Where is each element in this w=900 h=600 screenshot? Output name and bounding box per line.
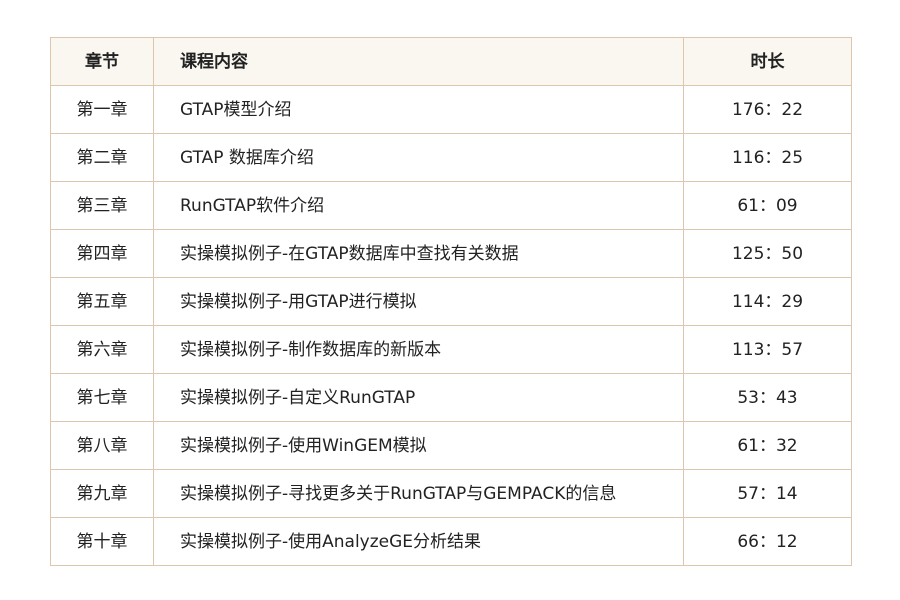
chapter-cell: 第六章 (50, 325, 154, 374)
chapter-cell: 第四章 (50, 229, 154, 278)
table-row: 第三章 RunGTAP软件介绍 61：09 (50, 181, 852, 230)
header-row: 章节 课程内容 时长 (50, 37, 852, 86)
table-row: 第九章 实操模拟例子-寻找更多关于RunGTAP与GEMPACK的信息 57：1… (50, 469, 852, 518)
table-body: 第一章 GTAP模型介绍 176：22 第二章 GTAP 数据库介绍 116：2… (50, 85, 852, 566)
table-row: 第五章 实操模拟例子-用GTAP进行模拟 114：29 (50, 277, 852, 326)
chapter-cell: 第二章 (50, 133, 154, 182)
chapter-cell: 第九章 (50, 469, 154, 518)
duration-cell: 53：43 (683, 373, 852, 422)
duration-cell: 116：25 (683, 133, 852, 182)
duration-cell: 61：09 (683, 181, 852, 230)
content-cell: 实操模拟例子-在GTAP数据库中查找有关数据 (153, 229, 684, 278)
chapter-cell: 第一章 (50, 85, 154, 134)
chapter-cell: 第三章 (50, 181, 154, 230)
header-content: 课程内容 (153, 37, 684, 86)
content-cell: GTAP模型介绍 (153, 85, 684, 134)
table-row: 第十章 实操模拟例子-使用AnalyzeGE分析结果 66：12 (50, 517, 852, 566)
table-row: 第四章 实操模拟例子-在GTAP数据库中查找有关数据 125：50 (50, 229, 852, 278)
content-cell: 实操模拟例子-寻找更多关于RunGTAP与GEMPACK的信息 (153, 469, 684, 518)
table-row: 第八章 实操模拟例子-使用WinGEM模拟 61：32 (50, 421, 852, 470)
content-cell: 实操模拟例子-制作数据库的新版本 (153, 325, 684, 374)
duration-cell: 113：57 (683, 325, 852, 374)
content-cell: 实操模拟例子-用GTAP进行模拟 (153, 277, 684, 326)
header-chapter: 章节 (50, 37, 154, 86)
header-duration: 时长 (683, 37, 852, 86)
table-row: 第六章 实操模拟例子-制作数据库的新版本 113：57 (50, 325, 852, 374)
table-row: 第一章 GTAP模型介绍 176：22 (50, 85, 852, 134)
chapter-cell: 第五章 (50, 277, 154, 326)
content-cell: RunGTAP软件介绍 (153, 181, 684, 230)
table-header: 章节 课程内容 时长 (50, 37, 852, 86)
chapter-cell: 第八章 (50, 421, 154, 470)
course-table-container: 章节 课程内容 时长 第一章 GTAP模型介绍 176：22 第二章 GTAP … (50, 37, 852, 566)
duration-cell: 57：14 (683, 469, 852, 518)
duration-cell: 61：32 (683, 421, 852, 470)
content-cell: 实操模拟例子-自定义RunGTAP (153, 373, 684, 422)
chapter-cell: 第十章 (50, 517, 154, 566)
course-table: 章节 课程内容 时长 第一章 GTAP模型介绍 176：22 第二章 GTAP … (50, 37, 852, 566)
duration-cell: 66：12 (683, 517, 852, 566)
table-row: 第二章 GTAP 数据库介绍 116：25 (50, 133, 852, 182)
content-cell: GTAP 数据库介绍 (153, 133, 684, 182)
duration-cell: 125：50 (683, 229, 852, 278)
duration-cell: 114：29 (683, 277, 852, 326)
duration-cell: 176：22 (683, 85, 852, 134)
chapter-cell: 第七章 (50, 373, 154, 422)
table-row: 第七章 实操模拟例子-自定义RunGTAP 53：43 (50, 373, 852, 422)
content-cell: 实操模拟例子-使用AnalyzeGE分析结果 (153, 517, 684, 566)
content-cell: 实操模拟例子-使用WinGEM模拟 (153, 421, 684, 470)
